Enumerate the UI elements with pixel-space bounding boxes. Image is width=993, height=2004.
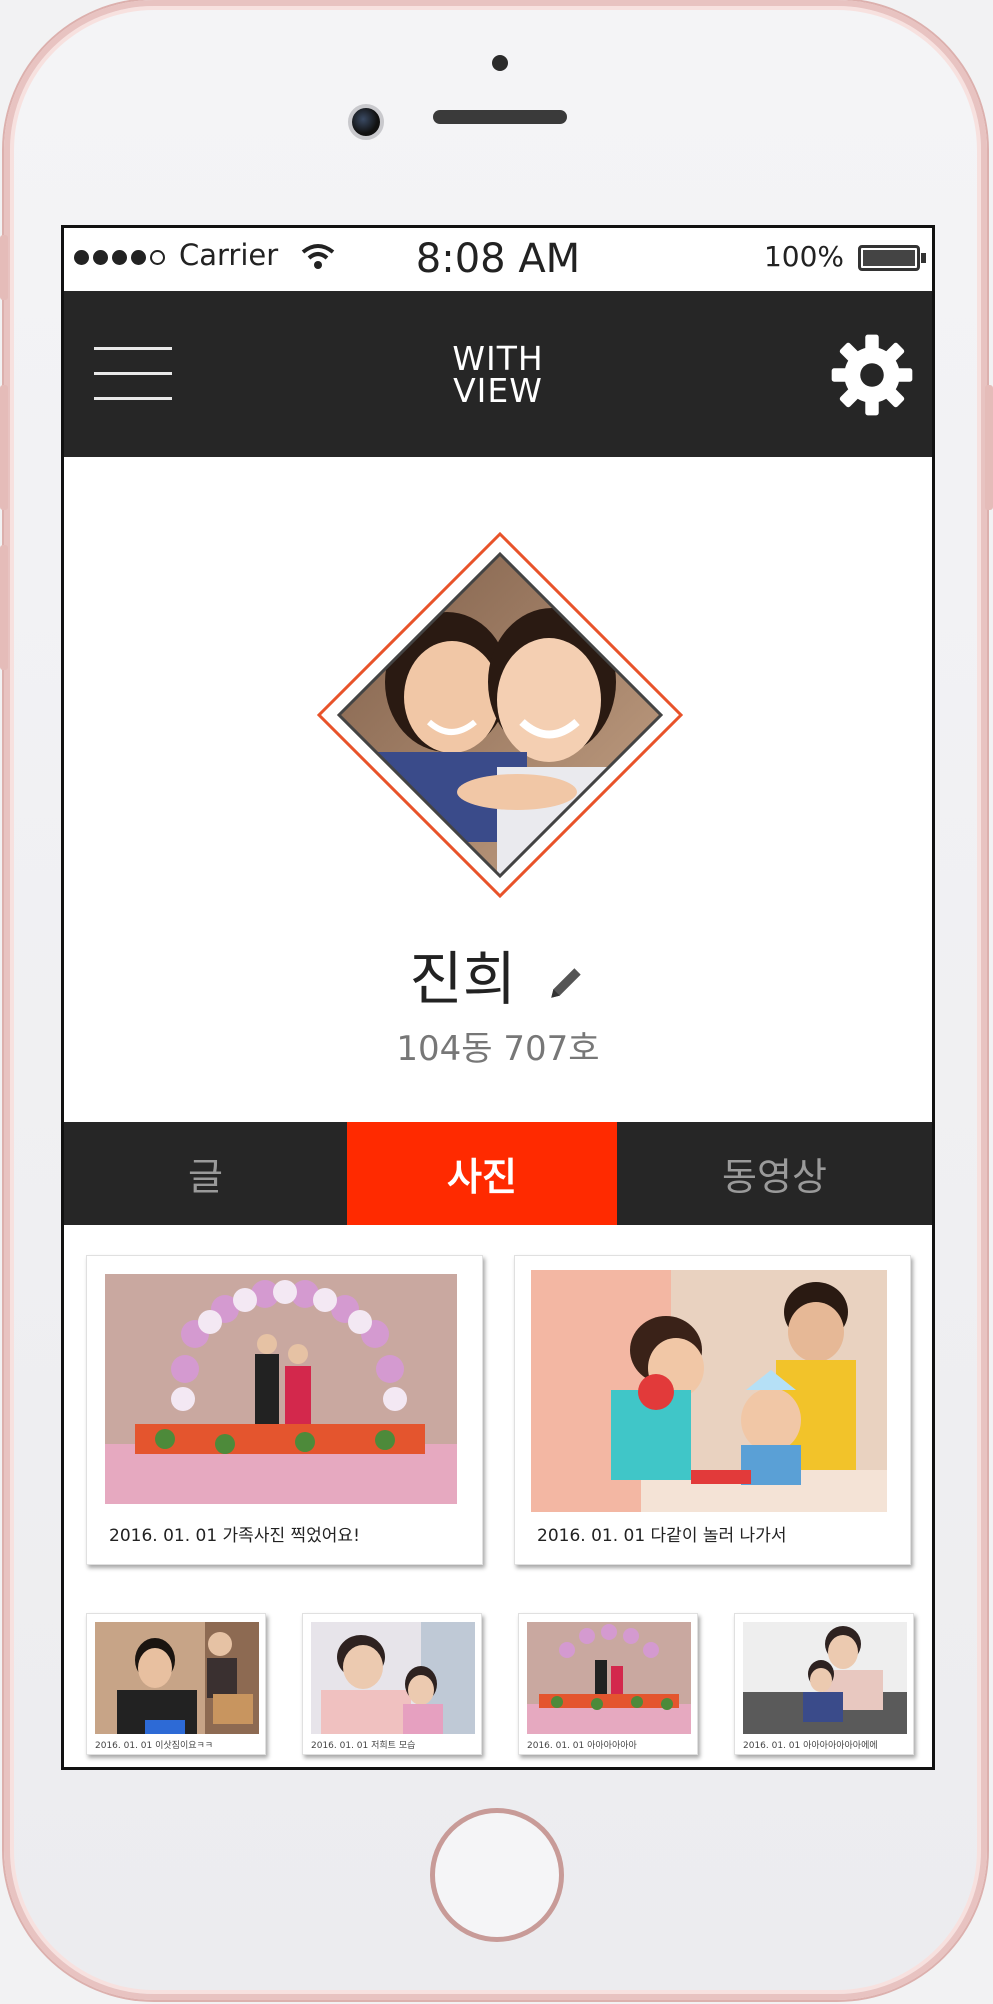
earpiece-speaker — [433, 110, 567, 124]
app-header: WITH VIEW — [64, 291, 932, 457]
volume-down-button — [0, 545, 8, 670]
app-screen: Carrier 8:08 AM 100% WITH VIEW 진희 104동 7… — [61, 225, 935, 1770]
photo-thumbnail — [105, 1274, 457, 1504]
tab-videos[interactable]: 동영상 — [617, 1122, 932, 1225]
profile-address: 104동 707호 — [396, 1029, 600, 1069]
photo-caption: 2016. 01. 01 이삿짐이요ㅋㅋ — [95, 1741, 214, 1751]
tab-photos[interactable]: 사진 — [347, 1122, 617, 1225]
status-bar: Carrier 8:08 AM 100% — [64, 228, 932, 291]
photo-card-small[interactable]: 2016. 01. 01 아아아아아아아에에 — [734, 1613, 914, 1755]
proximity-sensor — [492, 55, 508, 71]
logo-line-2: VIEW — [453, 371, 543, 410]
mute-switch — [0, 235, 8, 300]
home-button[interactable] — [430, 1808, 564, 1942]
edit-pencil-icon[interactable] — [545, 962, 587, 1004]
front-camera-icon — [348, 104, 384, 140]
volume-up-button — [0, 385, 8, 510]
tab-posts[interactable]: 글 — [64, 1122, 347, 1225]
power-button — [985, 385, 993, 510]
profile-avatar[interactable] — [316, 531, 684, 899]
gear-icon[interactable] — [830, 333, 914, 417]
photo-grid: 2016. 01. 01 가족사진 찍었어요! 2016. 01. 01 다같이… — [64, 1225, 932, 1767]
content-tabs: 글 사진 동영상 — [64, 1122, 932, 1225]
photo-card-large[interactable]: 2016. 01. 01 가족사진 찍었어요! — [86, 1255, 483, 1565]
photo-thumbnail — [527, 1622, 691, 1734]
battery-icon — [858, 245, 920, 271]
battery-percent: 100% — [763, 240, 844, 273]
photo-card-small[interactable]: 2016. 01. 01 아아아아아아 — [518, 1613, 698, 1755]
photo-thumbnail — [311, 1622, 475, 1734]
photo-thumbnail — [531, 1270, 887, 1512]
photo-thumbnail — [95, 1622, 259, 1734]
photo-card-small[interactable]: 2016. 01. 01 이삿짐이요ㅋㅋ — [86, 1613, 266, 1755]
profile-name-row: 진희 — [64, 932, 932, 1016]
photo-card-large[interactable]: 2016. 01. 01 다같이 놀러 나가서 — [514, 1255, 911, 1565]
photo-caption: 2016. 01. 01 저희트 모습 — [311, 1741, 416, 1751]
avatar-photo — [316, 531, 684, 899]
photo-card-small[interactable]: 2016. 01. 01 저희트 모습 — [302, 1613, 482, 1755]
profile-section: 진희 104동 707호 — [64, 457, 932, 1117]
photo-caption: 2016. 01. 01 아아아아아아 — [527, 1741, 637, 1751]
photo-caption: 2016. 01. 01 아아아아아아아에에 — [743, 1741, 878, 1751]
photo-thumbnail — [743, 1622, 907, 1734]
app-logo: WITH VIEW — [64, 342, 932, 410]
profile-name: 진희 — [409, 945, 517, 1013]
photo-caption: 2016. 01. 01 가족사진 찍었어요! — [109, 1526, 360, 1546]
photo-caption: 2016. 01. 01 다같이 놀러 나가서 — [537, 1526, 787, 1546]
